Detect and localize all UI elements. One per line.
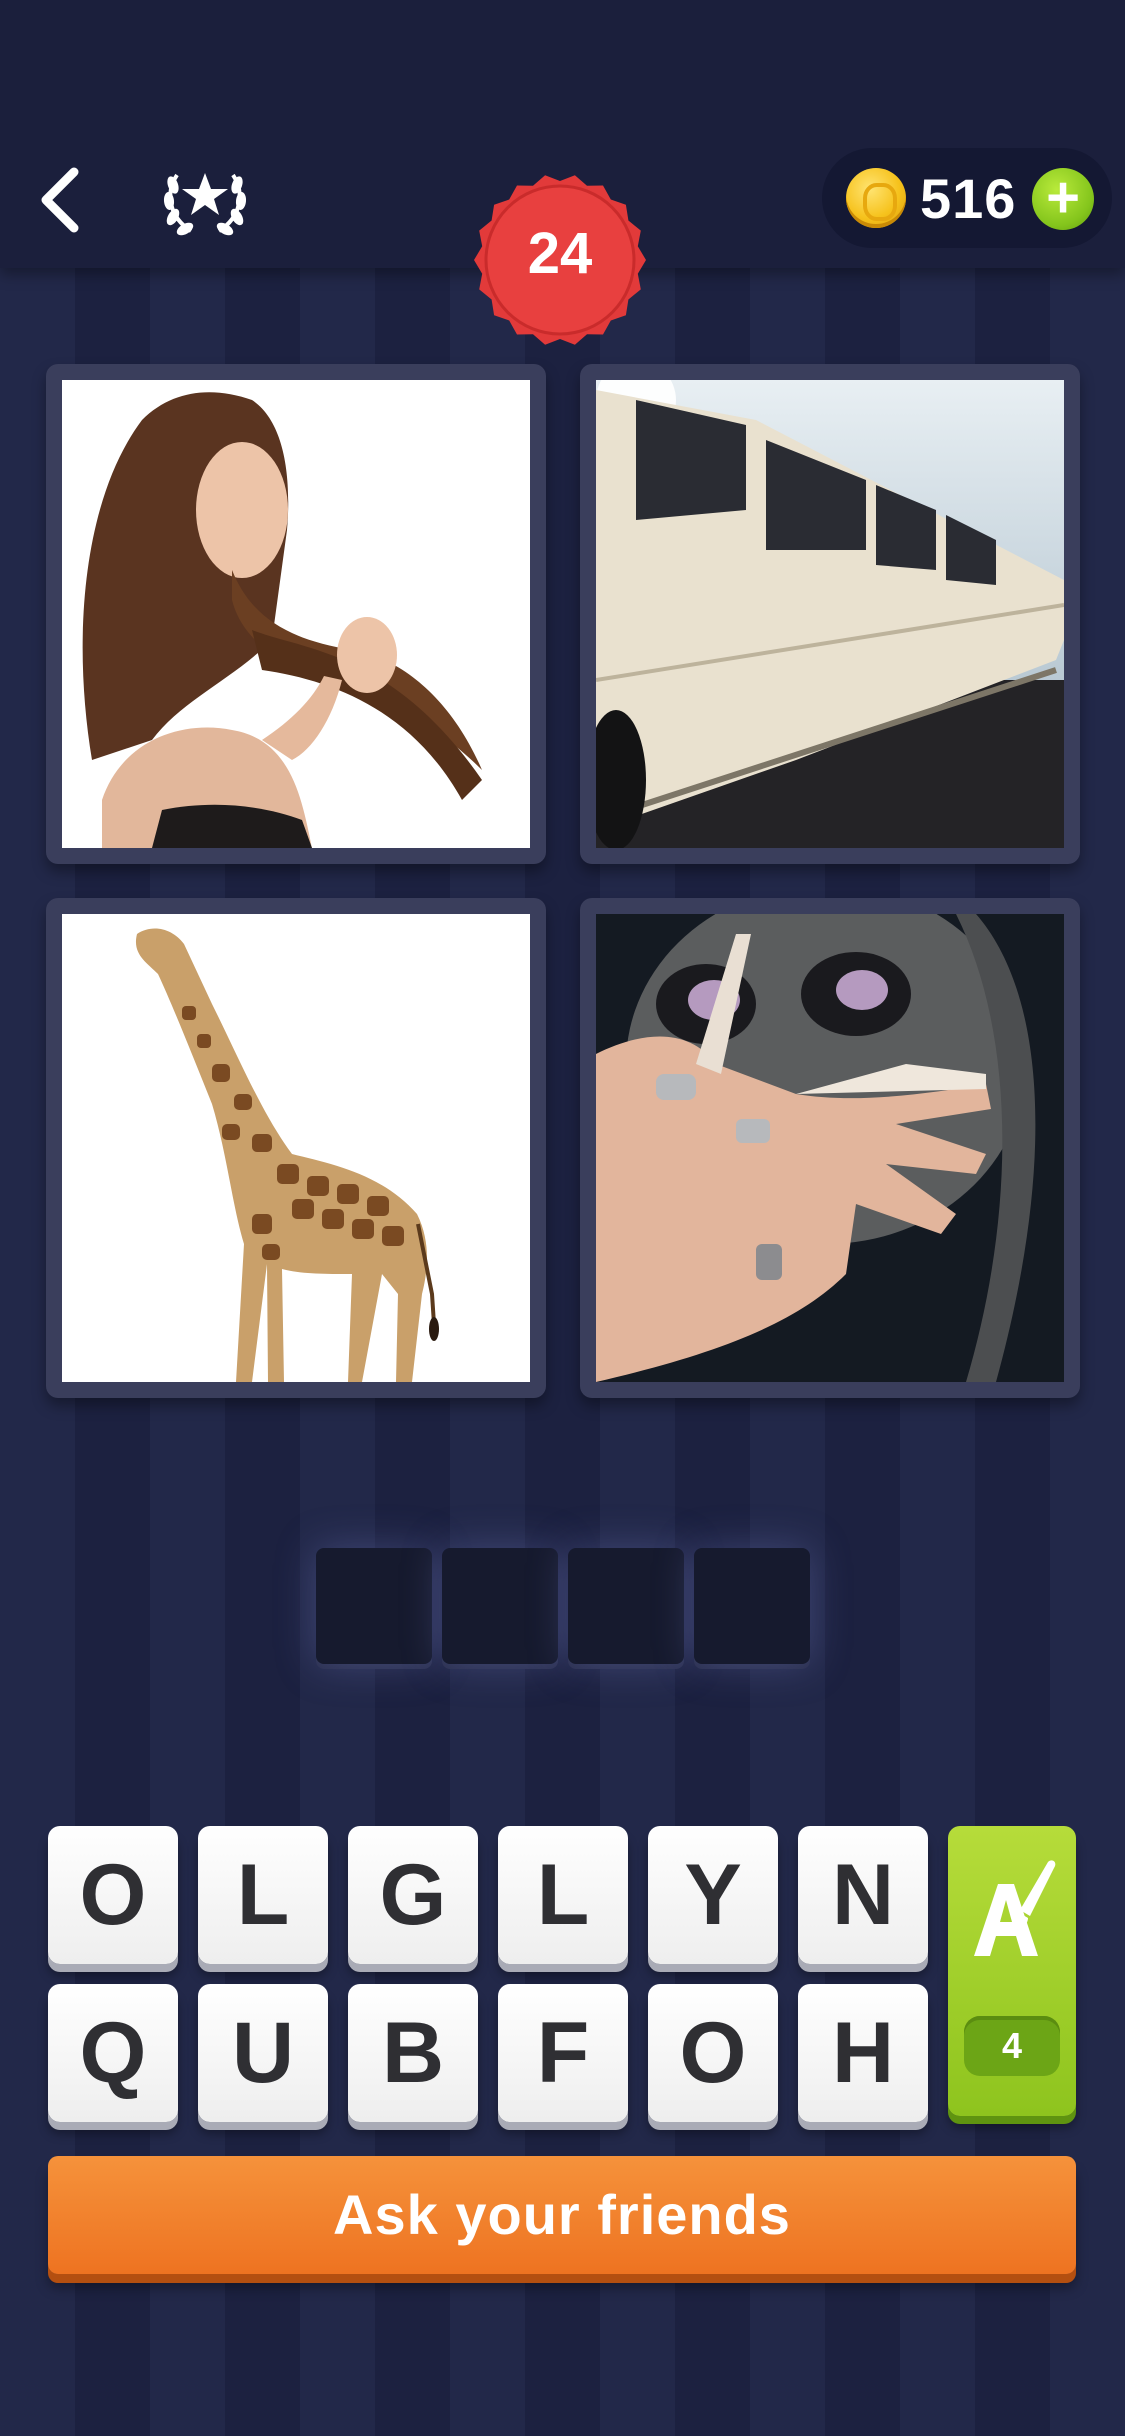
coin-icon: [846, 168, 906, 228]
letter-key[interactable]: U: [198, 1984, 328, 2122]
letter-key[interactable]: H: [798, 1984, 928, 2122]
letter-key[interactable]: G: [348, 1826, 478, 1964]
paintbrush-letter-icon: [968, 1856, 1058, 1966]
answer-slot[interactable]: [568, 1548, 684, 1664]
coin-counter[interactable]: 516 +: [822, 148, 1112, 248]
giraffe-image: [62, 914, 530, 1382]
limousine-image: [596, 380, 1064, 848]
level-badge: 24: [470, 170, 650, 350]
hint-count: 4: [964, 2016, 1060, 2076]
letter-key[interactable]: Q: [48, 1984, 178, 2122]
laurel-star-icon: [163, 173, 247, 236]
letter-key[interactable]: N: [798, 1826, 928, 1964]
chevron-left-icon: [41, 167, 79, 233]
letter-key[interactable]: O: [48, 1826, 178, 1964]
image-tile-2[interactable]: [580, 364, 1080, 864]
answer-slot[interactable]: [694, 1548, 810, 1664]
image-tile-4[interactable]: [580, 898, 1080, 1398]
letter-key[interactable]: Y: [648, 1826, 778, 1964]
answer-slot[interactable]: [442, 1548, 558, 1664]
answer-slot[interactable]: [316, 1548, 432, 1664]
long-nails-image: [596, 914, 1064, 1382]
answer-slots: [316, 1548, 810, 1668]
coin-count: 516: [920, 167, 1017, 230]
image-tile-1[interactable]: [46, 364, 546, 864]
letter-key[interactable]: B: [348, 1984, 478, 2122]
letter-key[interactable]: O: [648, 1984, 778, 2122]
letter-key[interactable]: L: [498, 1826, 628, 1964]
letter-key[interactable]: F: [498, 1984, 628, 2122]
image-tile-3[interactable]: [46, 898, 546, 1398]
back-button[interactable]: [30, 160, 94, 240]
letter-key[interactable]: L: [198, 1826, 328, 1964]
woman-hair-image: [62, 380, 530, 848]
achievements-button[interactable]: [155, 155, 255, 245]
hint-button[interactable]: 4: [948, 1826, 1076, 2116]
level-number: 24: [527, 221, 593, 286]
ask-friends-button[interactable]: Ask your friends: [48, 2156, 1076, 2274]
add-coins-button[interactable]: +: [1032, 168, 1094, 230]
